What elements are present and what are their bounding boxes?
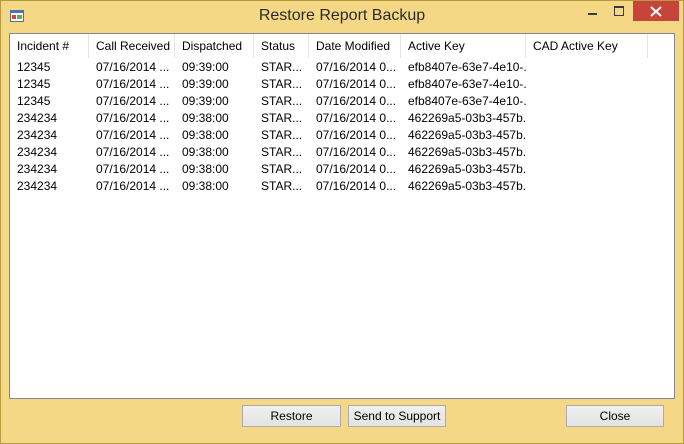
cell-dispatched: 09:39:00: [182, 60, 229, 74]
cell-dispatched: 09:38:00: [182, 179, 229, 193]
title-bar[interactable]: Restore Report Backup: [1, 1, 683, 31]
column-header-incident[interactable]: Incident #: [10, 34, 89, 58]
cell-cad-active-key: [526, 110, 648, 127]
send-to-support-button[interactable]: Send to Support: [348, 405, 446, 427]
table-row[interactable]: 12345 07/16/2014 ... 09:39:00 STAR... 07…: [10, 76, 674, 93]
cell-dispatched: 09:38:00: [182, 145, 229, 159]
cell-cad-active-key: [526, 93, 648, 110]
table-row[interactable]: 12345 07/16/2014 ... 09:39:00 STAR... 07…: [10, 59, 674, 76]
column-header-cad-active-key[interactable]: CAD Active Key: [526, 34, 648, 58]
cell-status: STAR...: [261, 60, 303, 74]
column-header-date-modified[interactable]: Date Modified: [309, 34, 401, 58]
table-row[interactable]: 234234 07/16/2014 ... 09:38:00 STAR... 0…: [10, 144, 674, 161]
cell-status: STAR...: [261, 128, 303, 142]
cell-active-key: 462269a5-03b3-457b...: [408, 111, 526, 125]
column-header-call-received[interactable]: Call Received: [89, 34, 175, 58]
cell-date-modified: 07/16/2014 0...: [316, 60, 397, 74]
maximize-icon: [614, 6, 624, 16]
cell-cad-active-key: [526, 161, 648, 178]
cell-status: STAR...: [261, 111, 303, 125]
cell-dispatched: 09:39:00: [182, 94, 229, 108]
cell-dispatched: 09:38:00: [182, 111, 229, 125]
cell-call-received: 07/16/2014 ...: [96, 94, 170, 108]
cell-call-received: 07/16/2014 ...: [96, 128, 170, 142]
cell-date-modified: 07/16/2014 0...: [316, 94, 397, 108]
cell-active-key: 462269a5-03b3-457b...: [408, 128, 526, 142]
maximize-button[interactable]: [606, 1, 632, 22]
restore-report-backup-window: Restore Report Backup Incident # Call Re…: [0, 0, 684, 444]
minimize-icon: [588, 13, 597, 15]
cell-status: STAR...: [261, 162, 303, 176]
close-x-icon: [650, 5, 662, 17]
cell-active-key: efb8407e-63e7-4e10-...: [408, 94, 526, 108]
cell-status: STAR...: [261, 94, 303, 108]
cell-incident: 234234: [17, 179, 58, 193]
cell-call-received: 07/16/2014 ...: [96, 179, 170, 193]
cell-active-key: 462269a5-03b3-457b...: [408, 179, 526, 193]
cell-date-modified: 07/16/2014 0...: [316, 77, 397, 91]
cell-dispatched: 09:38:00: [182, 162, 229, 176]
close-button[interactable]: Close: [566, 405, 664, 427]
column-header-status[interactable]: Status: [254, 34, 309, 58]
cell-date-modified: 07/16/2014 0...: [316, 145, 397, 159]
cell-active-key: efb8407e-63e7-4e10-...: [408, 60, 526, 74]
table-row[interactable]: 234234 07/16/2014 ... 09:38:00 STAR... 0…: [10, 161, 674, 178]
cell-status: STAR...: [261, 179, 303, 193]
cell-active-key: efb8407e-63e7-4e10-...: [408, 77, 526, 91]
cell-date-modified: 07/16/2014 0...: [316, 179, 397, 193]
cell-active-key: 462269a5-03b3-457b...: [408, 145, 526, 159]
table-row[interactable]: 234234 07/16/2014 ... 09:38:00 STAR... 0…: [10, 178, 674, 195]
table-row[interactable]: 12345 07/16/2014 ... 09:39:00 STAR... 07…: [10, 93, 674, 110]
cell-cad-active-key: [526, 144, 648, 161]
cell-date-modified: 07/16/2014 0...: [316, 162, 397, 176]
cell-cad-active-key: [526, 59, 648, 76]
cell-call-received: 07/16/2014 ...: [96, 60, 170, 74]
cell-call-received: 07/16/2014 ...: [96, 111, 170, 125]
restore-button[interactable]: Restore: [242, 405, 341, 427]
cell-call-received: 07/16/2014 ...: [96, 77, 170, 91]
cell-date-modified: 07/16/2014 0...: [316, 111, 397, 125]
backup-list-view[interactable]: Incident # Call Received Dispatched Stat…: [9, 33, 675, 399]
cell-dispatched: 09:39:00: [182, 77, 229, 91]
column-header-active-key[interactable]: Active Key: [401, 34, 526, 58]
cell-cad-active-key: [526, 76, 648, 93]
cell-incident: 12345: [17, 94, 51, 108]
cell-call-received: 07/16/2014 ...: [96, 162, 170, 176]
cell-dispatched: 09:38:00: [182, 128, 229, 142]
cell-incident: 12345: [17, 60, 51, 74]
cell-incident: 234234: [17, 128, 58, 142]
cell-cad-active-key: [526, 127, 648, 144]
cell-status: STAR...: [261, 145, 303, 159]
close-window-button[interactable]: [633, 1, 679, 21]
cell-call-received: 07/16/2014 ...: [96, 145, 170, 159]
cell-date-modified: 07/16/2014 0...: [316, 128, 397, 142]
cell-incident: 234234: [17, 145, 58, 159]
table-row[interactable]: 234234 07/16/2014 ... 09:38:00 STAR... 0…: [10, 127, 674, 144]
column-header-dispatched[interactable]: Dispatched: [175, 34, 254, 58]
cell-incident: 234234: [17, 111, 58, 125]
minimize-button[interactable]: [579, 1, 606, 22]
cell-status: STAR...: [261, 77, 303, 91]
cell-cad-active-key: [526, 178, 648, 195]
list-header: Incident # Call Received Dispatched Stat…: [10, 34, 674, 58]
cell-active-key: 462269a5-03b3-457b...: [408, 162, 526, 176]
cell-incident: 12345: [17, 77, 51, 91]
table-row[interactable]: 234234 07/16/2014 ... 09:38:00 STAR... 0…: [10, 110, 674, 127]
cell-incident: 234234: [17, 162, 58, 176]
